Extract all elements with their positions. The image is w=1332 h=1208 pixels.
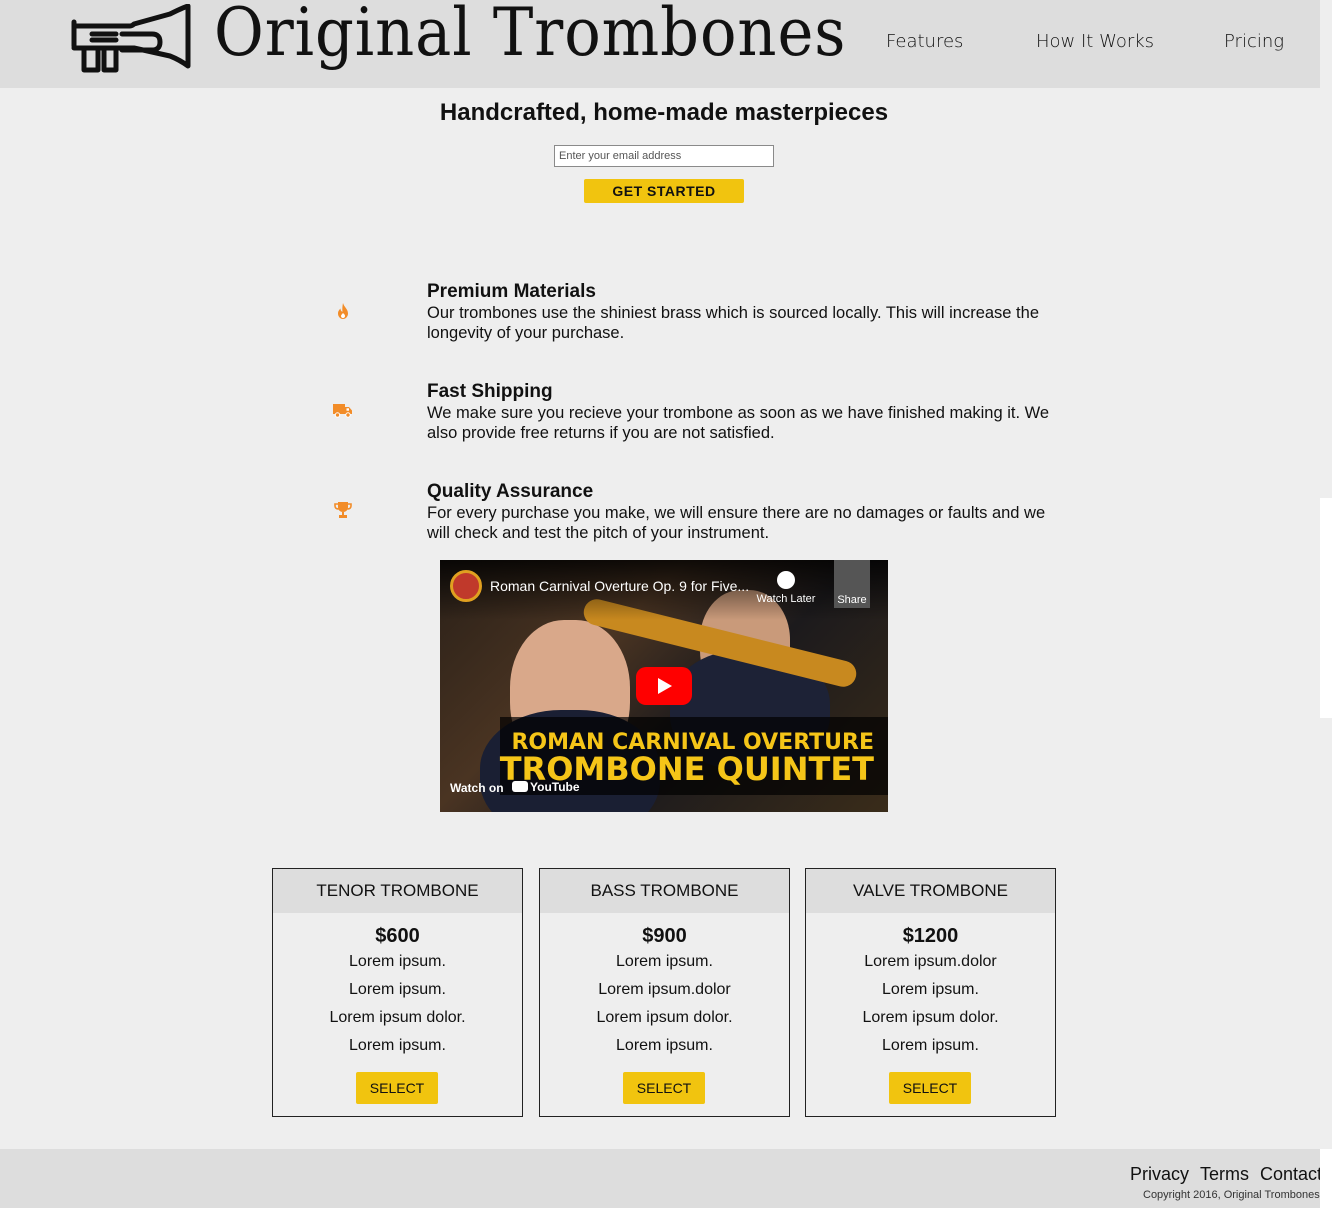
feature-title: Premium Materials xyxy=(427,281,596,302)
youtube-play-icon xyxy=(512,781,528,792)
get-started-button[interactable]: GET STARTED xyxy=(584,179,744,203)
copyright-text: Copyright 2016, Original Trombones xyxy=(1143,1189,1320,1201)
video-embed[interactable]: Roman Carnival Overture Op. 9 for Five..… xyxy=(440,560,888,812)
plan-name: VALVE TROMBONE xyxy=(806,869,1055,913)
feature-text: Our trombones use the shiniest brass whi… xyxy=(427,304,1039,342)
share-button[interactable]: Share xyxy=(834,560,870,608)
footer-link-terms[interactable]: Terms xyxy=(1200,1164,1249,1185)
plan-feature: Lorem ipsum. xyxy=(349,981,446,998)
site-footer: Privacy Terms Contact Copyright 2016, Or… xyxy=(0,1149,1322,1208)
trophy-icon xyxy=(334,502,352,518)
plan-price: $1200 xyxy=(902,925,959,947)
plan-feature: Lorem ipsum dolor. xyxy=(329,1009,466,1026)
plan-price: $900 xyxy=(642,925,687,947)
video-title[interactable]: Roman Carnival Overture Op. 9 for Five..… xyxy=(490,578,749,594)
plan-feature: Lorem ipsum. xyxy=(882,1037,979,1054)
clock-icon xyxy=(777,571,795,589)
channel-logo-icon[interactable] xyxy=(450,570,482,602)
nav-link-features[interactable]: Features xyxy=(886,31,963,52)
play-button[interactable] xyxy=(636,667,692,705)
plan-feature: Lorem ipsum. xyxy=(349,953,446,970)
footer-link-contact[interactable]: Contact xyxy=(1260,1164,1322,1185)
pricing-card-tenor: TENOR TROMBONE $600 Lorem ipsum. Lorem i… xyxy=(272,868,523,1117)
page-edge xyxy=(1320,1149,1332,1208)
select-button[interactable]: SELECT xyxy=(623,1072,705,1104)
plan-feature: Lorem ipsum. xyxy=(616,1037,713,1054)
site-header: Original Trombones Features How It Works… xyxy=(0,0,1320,88)
plan-feature: Lorem ipsum. xyxy=(616,953,713,970)
select-button[interactable]: SELECT xyxy=(356,1072,438,1104)
feature-title: Fast Shipping xyxy=(427,381,553,402)
plan-feature: Lorem ipsum.dolor xyxy=(598,981,731,998)
watch-on-label[interactable]: Watch on xyxy=(450,781,504,795)
watch-later-label: Watch Later xyxy=(756,593,816,605)
pricing-card-valve: VALVE TROMBONE $1200 Lorem ipsum.dolor L… xyxy=(805,868,1056,1117)
footer-link-privacy[interactable]: Privacy xyxy=(1130,1164,1189,1185)
hero-title: Handcrafted, home-made masterpieces xyxy=(439,99,889,126)
watch-later-button[interactable]: Watch Later xyxy=(756,571,816,605)
plan-feature: Lorem ipsum. xyxy=(349,1037,446,1054)
truck-icon xyxy=(333,404,352,418)
youtube-label: YouTube xyxy=(530,780,580,794)
youtube-logo[interactable]: YouTube xyxy=(512,780,580,794)
page-edge xyxy=(1320,0,1332,88)
trumpet-logo-icon[interactable] xyxy=(70,4,192,76)
plan-feature: Lorem ipsum. xyxy=(882,981,979,998)
plan-feature: Lorem ipsum dolor. xyxy=(862,1009,999,1026)
plan-name: BASS TROMBONE xyxy=(540,869,789,913)
share-label: Share xyxy=(837,594,867,606)
email-input[interactable] xyxy=(554,145,774,167)
plan-price: $600 xyxy=(375,925,420,947)
plan-name: TENOR TROMBONE xyxy=(273,869,522,913)
feature-text: For every purchase you make, we will ens… xyxy=(427,504,1046,542)
feature-title: Quality Assurance xyxy=(427,481,594,502)
brand-title[interactable]: Original Trombones xyxy=(214,0,846,71)
select-button[interactable]: SELECT xyxy=(889,1072,971,1104)
nav-link-how-it-works[interactable]: How It Works xyxy=(1036,31,1154,52)
plan-feature: Lorem ipsum.dolor xyxy=(864,953,997,970)
feature-text: We make sure you recieve your trombone a… xyxy=(427,404,1050,442)
pricing-card-bass: BASS TROMBONE $900 Lorem ipsum. Lorem ip… xyxy=(539,868,790,1117)
nav-link-pricing[interactable]: Pricing xyxy=(1224,31,1284,52)
plan-feature: Lorem ipsum dolor. xyxy=(596,1009,733,1026)
fire-icon xyxy=(338,303,348,319)
page-edge xyxy=(1320,498,1332,718)
